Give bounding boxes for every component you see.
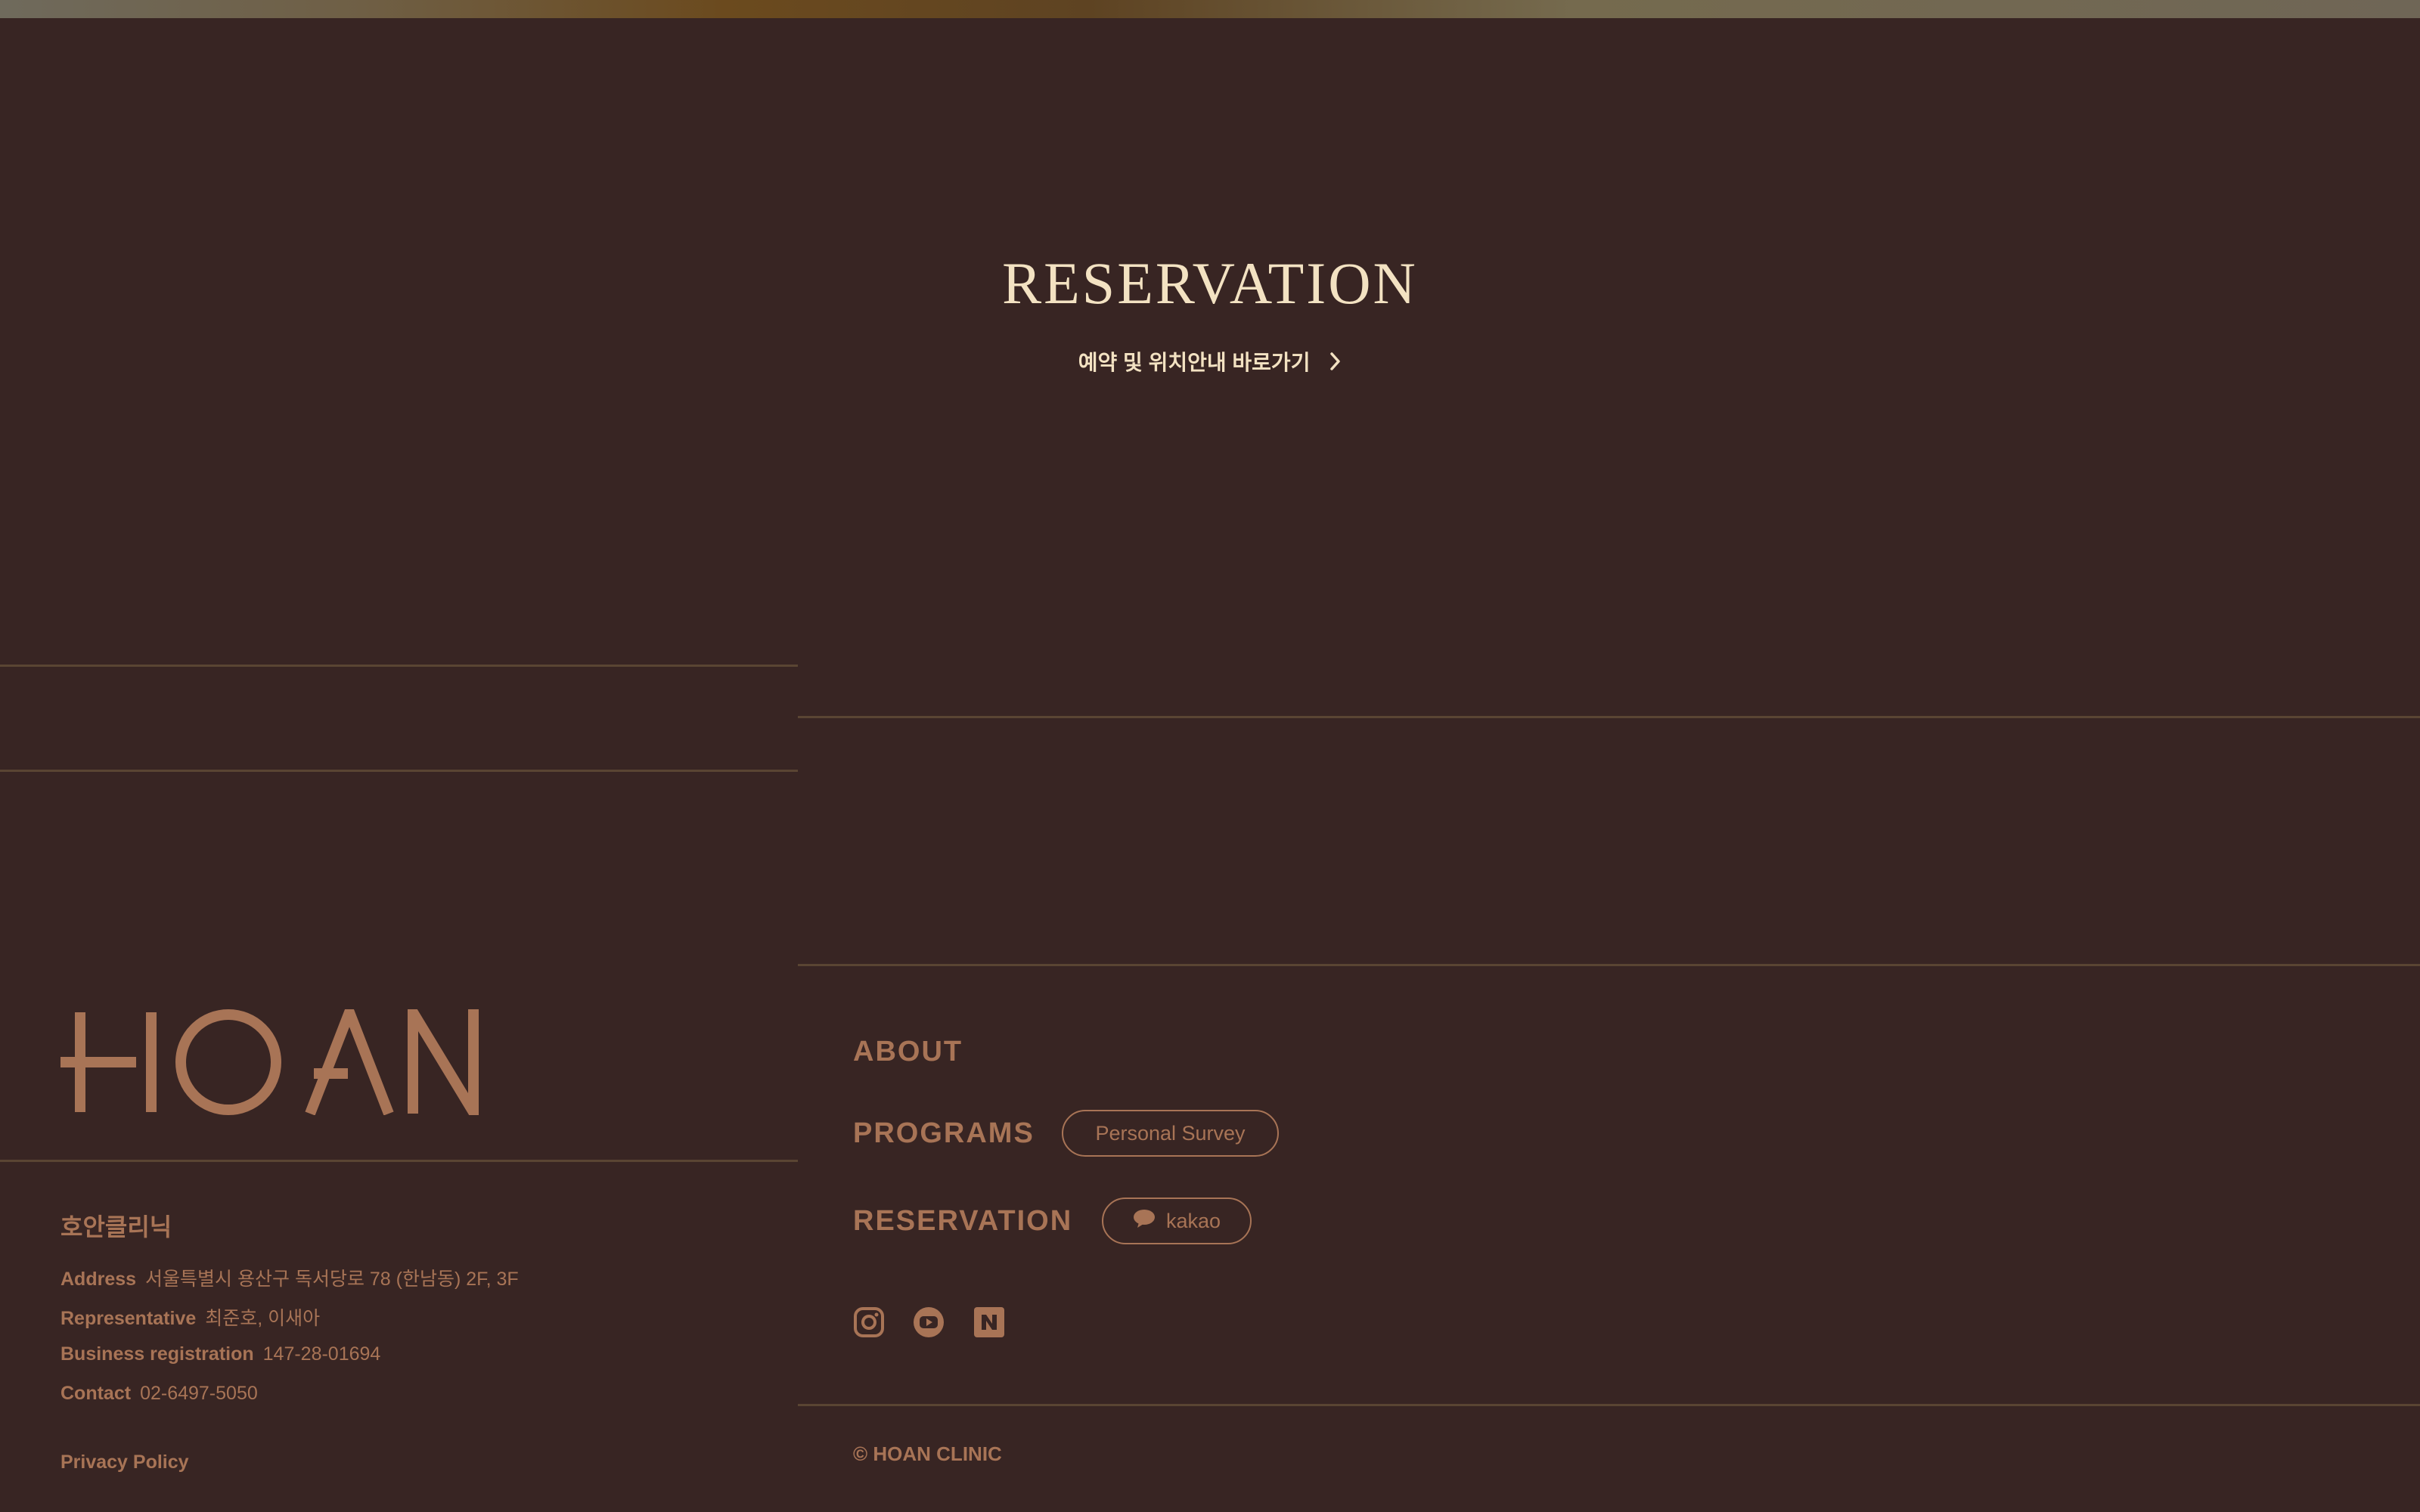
naver-blog-icon[interactable] bbox=[973, 1306, 1005, 1338]
info-address: Address 서울특별시 용산구 독서당로 78 (한남동) 2F, 3F bbox=[60, 1264, 519, 1291]
hoan-logo-mark bbox=[60, 993, 479, 1132]
info-contact-key: Contact bbox=[60, 1383, 132, 1404]
info-representative-value: 최준호, 이새아 bbox=[205, 1308, 321, 1329]
divider-right-3 bbox=[798, 1404, 2420, 1406]
youtube-icon[interactable] bbox=[913, 1306, 945, 1338]
privacy-policy-link[interactable]: Privacy Policy bbox=[60, 1452, 189, 1473]
personal-survey-button[interactable]: Personal Survey bbox=[1062, 1110, 1279, 1157]
reservation-link[interactable]: 예약 및 위치안내 바로가기 bbox=[832, 346, 1588, 376]
info-address-value: 서울특별시 용산구 독서당로 78 (한남동) 2F, 3F bbox=[145, 1269, 519, 1290]
info-representative: Representative 최준호, 이새아 bbox=[60, 1303, 320, 1331]
personal-survey-label: Personal Survey bbox=[1095, 1121, 1246, 1145]
top-image-strip bbox=[0, 0, 2420, 18]
instagram-icon[interactable] bbox=[853, 1306, 885, 1338]
info-business-registration: Business registration 147-28-01694 bbox=[60, 1343, 380, 1365]
info-business-key: Business registration bbox=[60, 1343, 254, 1365]
hoan-logo[interactable] bbox=[60, 993, 484, 1132]
reservation-link-label: 예약 및 위치안내 바로가기 bbox=[1078, 351, 1311, 374]
nav-programs[interactable]: PROGRAMS bbox=[853, 1117, 1035, 1150]
clinic-name: 호안클리닉 bbox=[60, 1213, 172, 1241]
info-contact-value: 02-6497-5050 bbox=[140, 1383, 258, 1404]
copyright-text: © HOAN CLINIC bbox=[853, 1442, 1002, 1465]
info-representative-key: Representative bbox=[60, 1308, 197, 1329]
nav-about[interactable]: ABOUT bbox=[853, 1036, 963, 1068]
info-address-key: Address bbox=[60, 1269, 137, 1290]
kakao-label: kakao bbox=[1165, 1209, 1221, 1232]
reservation-heading: RESERVATION bbox=[1002, 250, 1418, 316]
chevron-right-icon bbox=[1329, 352, 1342, 376]
divider-right-1 bbox=[798, 716, 2420, 718]
divider-left-3 bbox=[0, 1160, 798, 1162]
kakao-button[interactable]: kakao bbox=[1102, 1198, 1252, 1244]
info-business-value: 147-28-01694 bbox=[262, 1343, 381, 1365]
divider-left-2 bbox=[0, 770, 798, 772]
divider-right-2 bbox=[798, 964, 2420, 966]
speech-bubble-icon bbox=[1133, 1209, 1156, 1234]
info-contact: Contact 02-6497-5050 bbox=[60, 1383, 258, 1405]
divider-left-1 bbox=[0, 665, 798, 667]
nav-reservation[interactable]: RESERVATION bbox=[853, 1205, 1072, 1238]
